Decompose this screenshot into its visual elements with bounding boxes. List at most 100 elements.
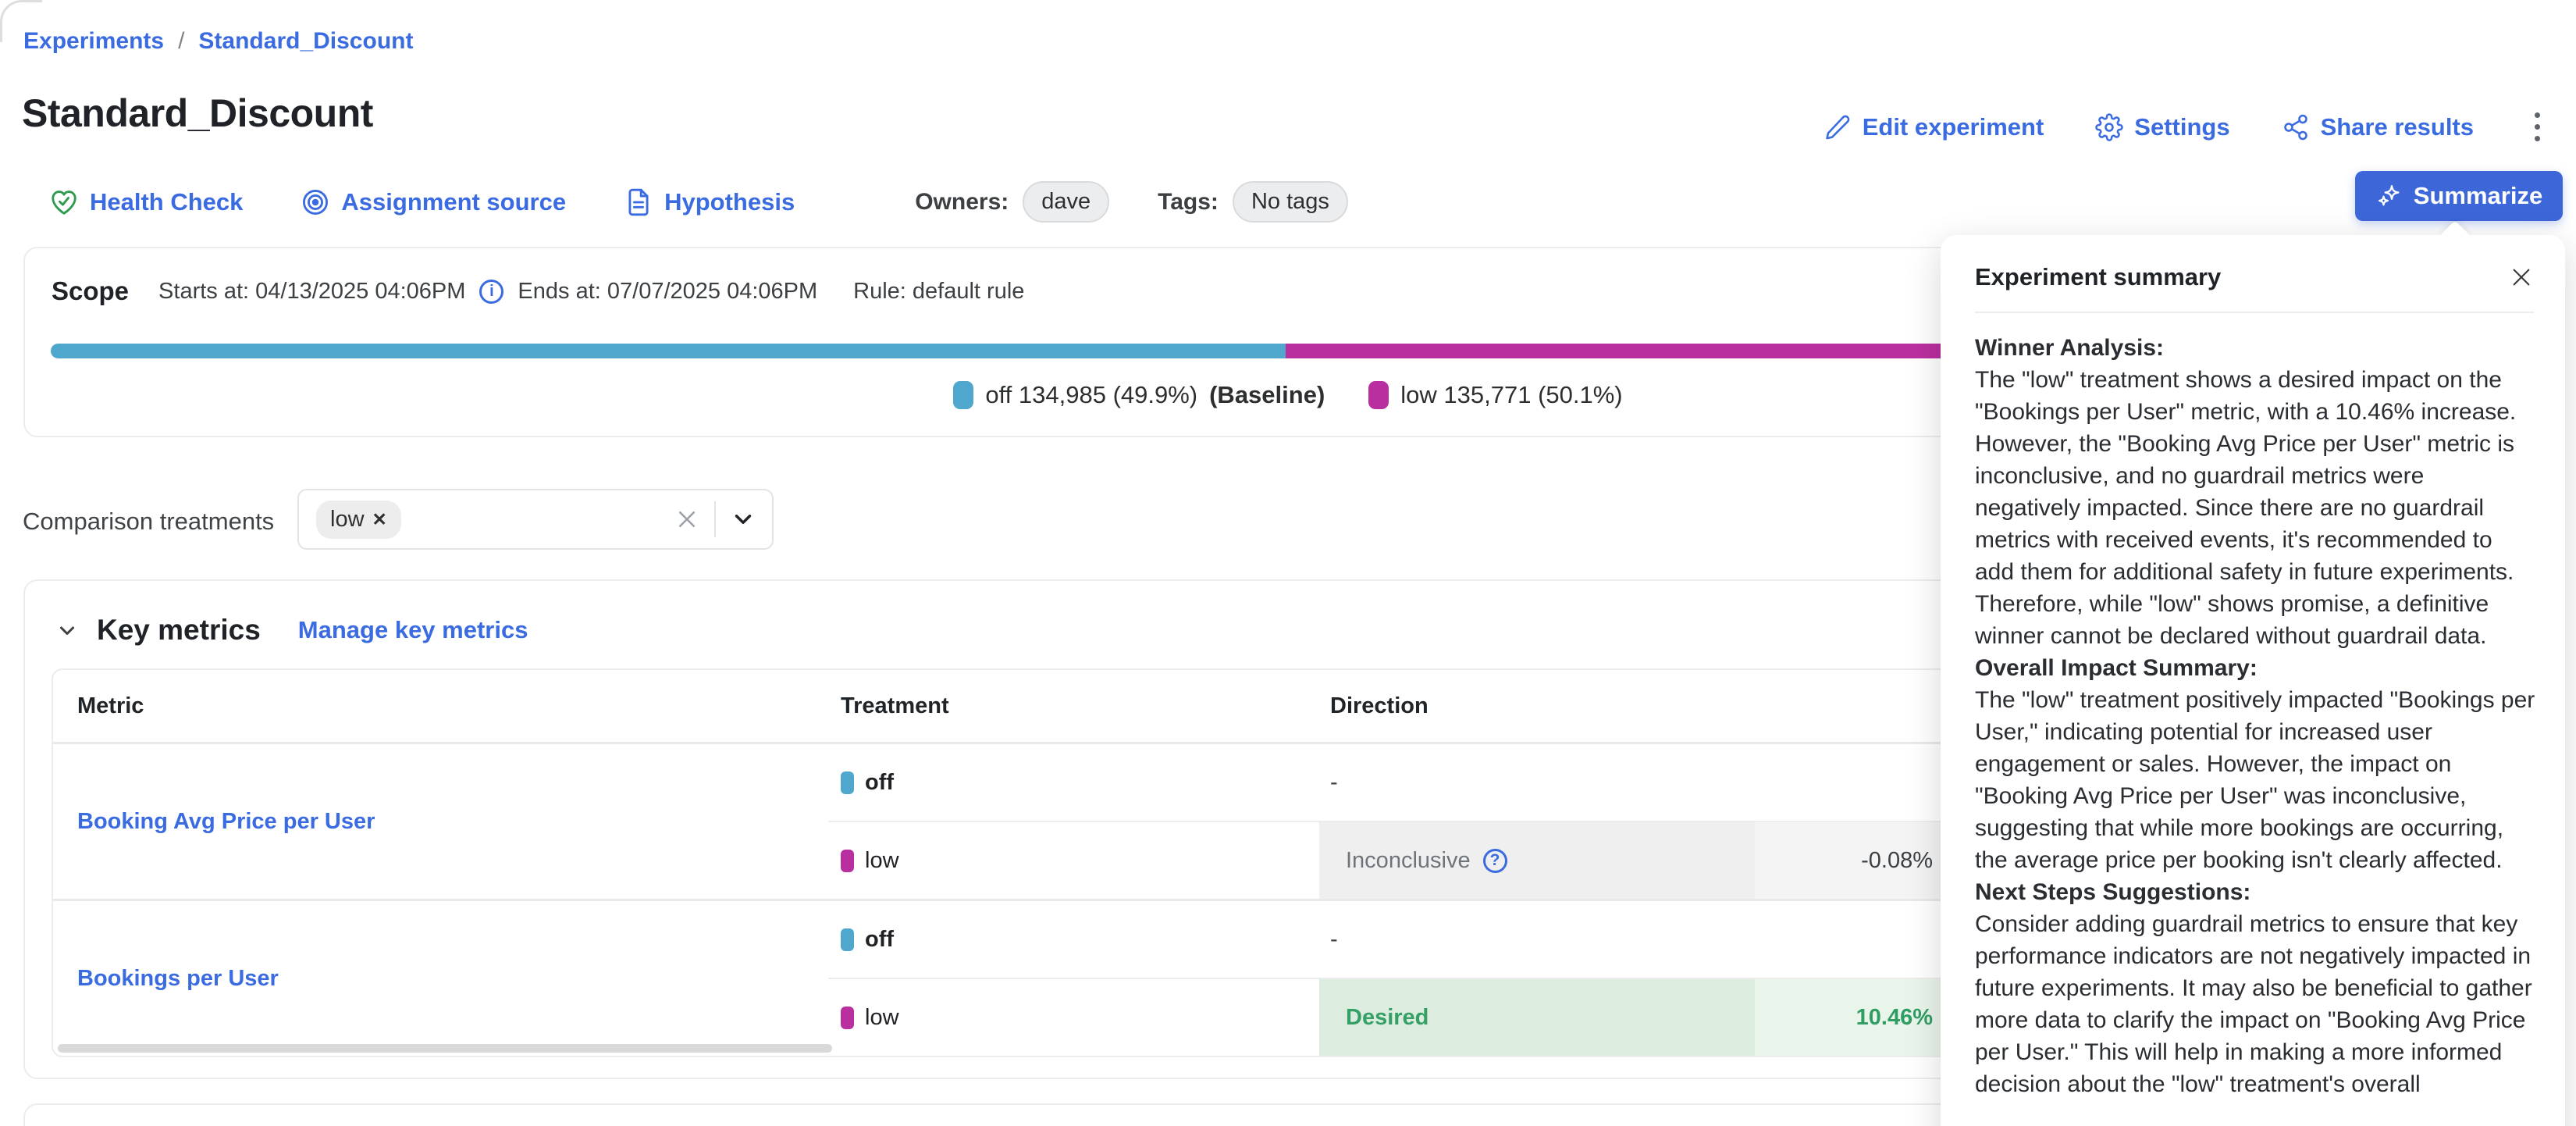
allocation-segment-off xyxy=(51,344,1286,358)
legend-off-text: off 134,985 (49.9%) xyxy=(985,381,1197,409)
column-header-metric: Metric xyxy=(53,693,828,719)
assignment-source-label: Assignment source xyxy=(341,188,566,216)
horizontal-scrollbar[interactable] xyxy=(58,1044,832,1053)
pencil-icon xyxy=(1823,113,1852,141)
summary-section-overall-impact: Overall Impact Summary:The "low" treatme… xyxy=(1975,652,2535,876)
legend-item-low: low 135,771 (50.1%) xyxy=(1368,381,1622,409)
direction-cell-desired: Desired xyxy=(1319,979,1755,1056)
scope-title: Scope xyxy=(52,276,129,306)
treatment-name: off xyxy=(865,770,894,796)
breadcrumb-separator: / xyxy=(178,28,184,55)
close-icon[interactable] xyxy=(2509,265,2534,290)
value-cell xyxy=(1755,744,1970,821)
treatment-name: low xyxy=(865,1005,899,1031)
section-heading: Overall Impact Summary: xyxy=(1975,652,2535,684)
edit-experiment-button[interactable]: Edit experiment xyxy=(1823,113,2044,141)
legend-low-text: low 135,771 (50.1%) xyxy=(1400,381,1622,409)
section-text: The "low" treatment positively impacted … xyxy=(1975,687,2535,873)
hypothesis-link[interactable]: Hypothesis xyxy=(624,187,795,217)
experiment-detail-page: Experiments / Standard_Discount Standard… xyxy=(0,0,2576,1126)
summarize-button[interactable]: Summarize xyxy=(2355,171,2563,221)
summary-section-winner-analysis: Winner Analysis:The "low" treatment show… xyxy=(1975,332,2535,652)
info-icon[interactable]: i xyxy=(479,280,503,304)
health-check-link[interactable]: Health Check xyxy=(49,187,243,217)
settings-label: Settings xyxy=(2134,113,2229,141)
panel-body: Winner Analysis:The "low" treatment show… xyxy=(1941,313,2565,1100)
scope-header: Scope Starts at: 04/13/2025 04:06PM i En… xyxy=(52,276,1024,306)
scope-rule: Rule: default rule xyxy=(853,279,1024,305)
edit-experiment-label: Edit experiment xyxy=(1863,113,2044,141)
target-icon xyxy=(301,187,330,217)
chevron-down-icon[interactable] xyxy=(730,506,756,533)
breadcrumb-current-link[interactable]: Standard_Discount xyxy=(198,28,413,55)
direction-cell-inconclusive: Inconclusive ? xyxy=(1319,822,1755,899)
remove-chip-icon[interactable]: ✕ xyxy=(372,509,387,530)
experiment-summary-panel: Experiment summary Winner Analysis:The "… xyxy=(1941,235,2565,1126)
more-options-button[interactable] xyxy=(2525,108,2549,146)
off-swatch-icon xyxy=(841,771,854,794)
low-swatch-icon xyxy=(841,850,854,872)
owner-pill[interactable]: dave xyxy=(1023,181,1109,223)
value-cell: 10.46% xyxy=(1755,979,1970,1056)
direction-label: Inconclusive xyxy=(1346,848,1471,874)
tags-label: Tags: xyxy=(1158,189,1219,216)
column-header-direction: Direction xyxy=(1319,693,1755,719)
summarize-label: Summarize xyxy=(2414,182,2542,210)
scope-starts-at: Starts at: 04/13/2025 04:06PM xyxy=(158,279,465,305)
legend-baseline-text: (Baseline) xyxy=(1209,381,1325,409)
health-check-label: Health Check xyxy=(90,188,243,216)
clear-selection-icon[interactable] xyxy=(675,508,699,531)
select-divider xyxy=(714,501,716,537)
low-swatch-icon xyxy=(841,1007,854,1029)
direction-cell: - xyxy=(1319,901,1755,978)
treatment-chip-label: low xyxy=(330,507,365,533)
document-icon xyxy=(624,187,653,217)
metric-link-bookings-per-user[interactable]: Bookings per User xyxy=(77,966,279,992)
owners-label: Owners: xyxy=(915,189,1009,216)
breadcrumb-experiments-link[interactable]: Experiments xyxy=(23,28,164,55)
comparison-treatments-label: Comparison treatments xyxy=(23,508,274,536)
panel-header: Experiment summary xyxy=(1941,235,2565,291)
page-title: Standard_Discount xyxy=(22,91,373,136)
section-text: Consider adding guardrail metrics to ens… xyxy=(1975,911,2532,1097)
manage-key-metrics-link[interactable]: Manage key metrics xyxy=(298,616,528,644)
comparison-treatments-select[interactable]: low ✕ xyxy=(297,489,774,550)
value-cell xyxy=(1755,901,1970,978)
sparkles-icon xyxy=(2375,182,2403,210)
assignment-source-link[interactable]: Assignment source xyxy=(301,187,566,217)
breadcrumb: Experiments / Standard_Discount xyxy=(23,28,413,55)
panel-title: Experiment summary xyxy=(1975,263,2221,291)
section-heading: Winner Analysis: xyxy=(1975,332,2535,364)
treatment-name: low xyxy=(865,848,899,874)
key-metrics-header: Key metrics Manage key metrics xyxy=(53,614,528,647)
off-swatch-icon xyxy=(841,928,854,951)
low-swatch-icon xyxy=(1368,381,1389,409)
column-header-treatment: Treatment xyxy=(828,693,1319,719)
metric-cell: Bookings per User xyxy=(53,901,828,1056)
metric-cell: Booking Avg Price per User xyxy=(53,744,828,899)
direction-cell: - xyxy=(1319,744,1755,821)
gear-icon xyxy=(2095,113,2123,141)
summary-section-next-steps: Next Steps Suggestions:Consider adding g… xyxy=(1975,876,2535,1100)
question-help-icon[interactable]: ? xyxy=(1483,849,1507,873)
share-results-button[interactable]: Share results xyxy=(2282,113,2474,141)
subheader-row: Health Check Assignment source Hypothesi… xyxy=(49,181,1348,223)
treatment-name: off xyxy=(865,927,894,953)
header-actions: Edit experiment Settings Share results xyxy=(1823,108,2549,146)
scope-ends-at: Ends at: 07/07/2025 04:06PM xyxy=(518,279,817,305)
treatment-chip-low[interactable]: low ✕ xyxy=(316,501,401,539)
heart-check-icon xyxy=(49,187,79,217)
legend-item-off: off 134,985 (49.9%) (Baseline) xyxy=(953,381,1325,409)
off-swatch-icon xyxy=(953,381,973,409)
share-icon xyxy=(2282,113,2310,141)
tags-pill[interactable]: No tags xyxy=(1233,181,1348,223)
section-text: The "low" treatment shows a desired impa… xyxy=(1975,367,2516,649)
value-cell: -0.08% xyxy=(1755,822,1970,899)
key-metrics-title: Key metrics xyxy=(97,614,261,647)
metric-link-booking-avg-price[interactable]: Booking Avg Price per User xyxy=(77,809,375,835)
section-heading: Next Steps Suggestions: xyxy=(1975,876,2535,908)
collapse-chevron-icon[interactable] xyxy=(53,616,81,644)
share-results-label: Share results xyxy=(2321,113,2474,141)
hypothesis-label: Hypothesis xyxy=(664,188,795,216)
settings-button[interactable]: Settings xyxy=(2095,113,2229,141)
